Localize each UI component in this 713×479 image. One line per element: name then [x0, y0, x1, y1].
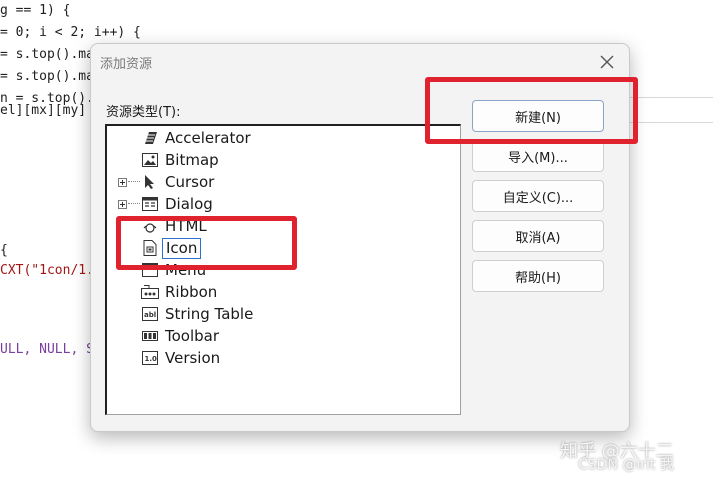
bitmap-icon — [141, 152, 159, 168]
tree-item-label: Version — [165, 349, 221, 367]
tree-item-label: Toolbar — [165, 327, 220, 345]
tree-item-accelerator[interactable]: Accelerator — [107, 127, 447, 149]
tree-item-toolbar[interactable]: Toolbar — [107, 325, 447, 347]
code-line: el][mx][my] — [0, 103, 87, 118]
expand-icon[interactable] — [118, 199, 127, 209]
tree-item-bitmap[interactable]: Bitmap — [107, 149, 447, 171]
help-button[interactable]: 帮助(H) — [472, 260, 604, 292]
code-line: { — [0, 243, 8, 258]
tree-item-string-table[interactable]: abl String Table — [107, 303, 447, 325]
close-button[interactable] — [595, 50, 619, 74]
code-line: = s.top().ma — [0, 47, 94, 62]
cursor-icon — [141, 174, 159, 190]
resource-type-label: 资源类型(T): — [106, 105, 181, 120]
tree-item-label: Accelerator — [165, 129, 251, 147]
code-line: = 0; i < 2; i++) { — [0, 25, 141, 40]
tree-item-dialog[interactable]: Dialog — [107, 193, 447, 215]
dialog-icon — [141, 196, 159, 212]
tree-item-label: Dialog — [165, 195, 213, 213]
close-icon — [600, 55, 614, 69]
code-line: g == 1) { — [0, 3, 71, 18]
tree-item-version[interactable]: 1.0 Version — [107, 347, 447, 369]
tree-item-label: Bitmap — [165, 151, 219, 169]
string-table-icon: abl — [141, 306, 159, 322]
tree-connector — [128, 203, 140, 205]
svg-text:1.0: 1.0 — [145, 355, 158, 363]
ribbon-icon — [141, 284, 159, 300]
tree-item-ribbon[interactable]: Ribbon — [107, 281, 447, 303]
import-button[interactable]: 导入(M)... — [472, 140, 604, 172]
tree-connector — [128, 181, 140, 183]
annotation-highlight-new — [425, 77, 638, 144]
annotation-highlight-icon — [116, 216, 297, 270]
code-line: ULL, NULL, S — [0, 342, 94, 357]
code-line: CXT("1con/1. — [0, 263, 94, 278]
accelerator-icon — [141, 130, 159, 146]
tree-item-cursor[interactable]: Cursor — [107, 171, 447, 193]
tree-item-label: Ribbon — [165, 283, 218, 301]
custom-button[interactable]: 自定义(C)... — [472, 180, 604, 212]
watermark-csdn: CSDN @irit 我 — [578, 457, 674, 473]
dialog-title: 添加资源 — [100, 57, 153, 72]
code-line: = s.top().ma — [0, 69, 94, 84]
svg-text:abl: abl — [144, 311, 156, 319]
cancel-button[interactable]: 取消(A) — [472, 220, 604, 252]
version-icon: 1.0 — [141, 350, 159, 366]
tree-item-label: Cursor — [165, 173, 215, 191]
expand-icon[interactable] — [118, 177, 127, 187]
tree-item-label: String Table — [165, 305, 254, 323]
toolbar-icon — [141, 328, 159, 344]
